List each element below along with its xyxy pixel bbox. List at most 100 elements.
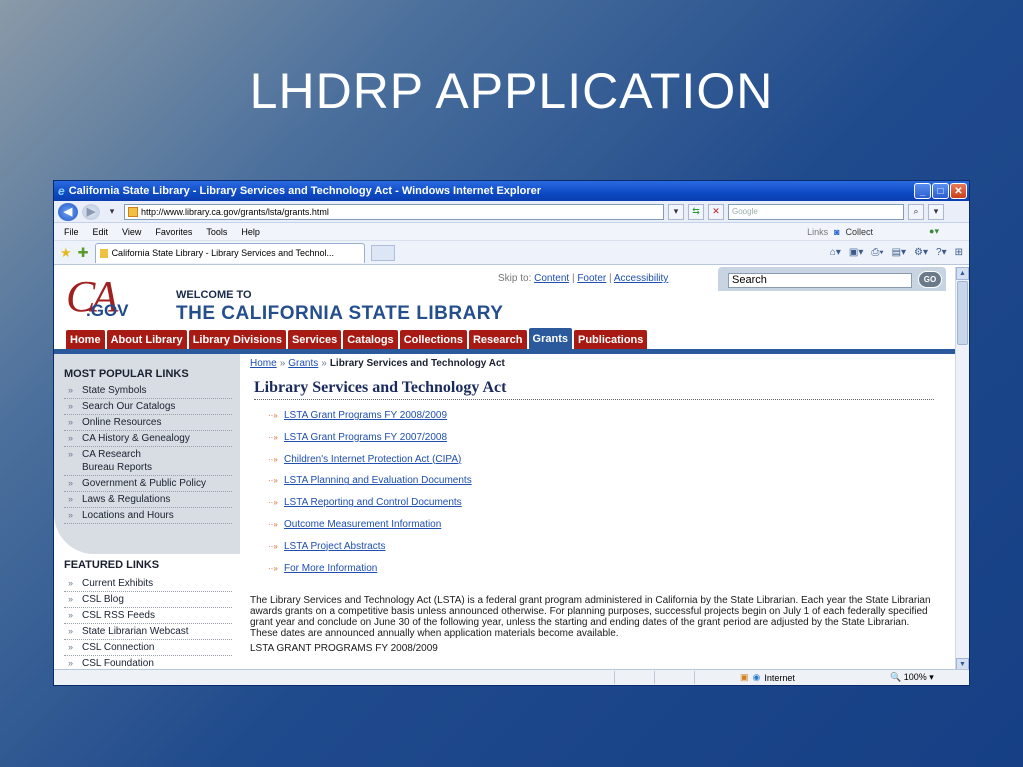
go-button[interactable]: GO <box>918 271 942 288</box>
nav-library-divisions[interactable]: Library Divisions <box>188 330 286 350</box>
nav-grants[interactable]: Grants <box>528 328 572 350</box>
breadcrumb: Home» Grants» Library Services and Technol… <box>250 354 940 369</box>
scroll-up-icon[interactable]: ▲ <box>956 267 969 280</box>
url-text: http://www.library.ca.gov/grants/lsta/gr… <box>141 206 329 217</box>
minimize-button[interactable]: _ <box>914 183 931 199</box>
content-link[interactable]: For More Information <box>284 563 377 574</box>
security-zone[interactable]: ▣ ◉ Internet <box>740 672 795 683</box>
content-link[interactable]: Children's Internet Protection Act (CIPA… <box>284 454 461 465</box>
sidebar-link[interactable]: Locations and Hours <box>64 508 232 524</box>
nav-about-library[interactable]: About Library <box>106 330 187 350</box>
refresh-icon[interactable]: ⇆ <box>688 203 704 220</box>
skip-links: Skip to: Content | Footer | Accessibilit… <box>498 273 669 284</box>
sidebar-link[interactable]: CSL RSS Feeds <box>64 608 232 624</box>
url-field[interactable]: http://www.library.ca.gov/grants/lsta/gr… <box>124 203 664 220</box>
list-item: LSTA Grant Programs FY 2007/2008 <box>268 427 940 449</box>
content-link[interactable]: LSTA Planning and Evaluation Documents <box>284 475 472 486</box>
maximize-button[interactable]: □ <box>932 183 949 199</box>
history-dropdown-icon[interactable]: ▾ <box>104 204 120 220</box>
help-icon[interactable]: ?▾ <box>936 247 947 258</box>
featured-links-list: Current Exhibits CSL Blog CSL RSS Feeds … <box>64 576 232 671</box>
menu-file[interactable]: File <box>64 227 79 237</box>
links-label[interactable]: Links <box>807 227 828 237</box>
active-tab[interactable]: California State Library - Library Servi… <box>94 242 365 263</box>
content-link[interactable]: LSTA Project Abstracts <box>284 541 386 552</box>
content-link[interactable]: LSTA Grant Programs FY 2008/2009 <box>284 410 447 421</box>
research-icon[interactable]: ⊞ <box>955 247 963 258</box>
site-name: THE CALIFORNIA STATE LIBRARY <box>176 303 504 324</box>
skip-content-link[interactable]: Content <box>534 273 569 284</box>
skip-footer-link[interactable]: Footer <box>577 273 606 284</box>
sidebar-link[interactable]: Online Resources <box>64 415 232 431</box>
sidebar-link[interactable]: Laws & Regulations <box>64 492 232 508</box>
print-icon[interactable]: ⎙▾ <box>871 247 883 258</box>
content-link[interactable]: LSTA Grant Programs FY 2007/2008 <box>284 432 447 443</box>
favorites-star-icon[interactable]: ★ <box>60 245 72 261</box>
status-divider <box>614 671 615 684</box>
zoom-icon: 🔍 <box>890 672 902 682</box>
sidebar-link[interactable]: Search Our Catalogs <box>64 399 232 415</box>
nav-services[interactable]: Services <box>287 330 342 350</box>
tab-title: California State Library - Library Servi… <box>111 248 335 258</box>
nav-home[interactable]: Home <box>66 330 105 350</box>
stop-icon[interactable]: ✕ <box>708 203 724 220</box>
breadcrumb-grants[interactable]: Grants <box>288 358 318 369</box>
skip-accessibility-link[interactable]: Accessibility <box>614 273 668 284</box>
zoom-control[interactable]: 🔍 100% ▾ <box>890 672 934 683</box>
content-link[interactable]: LSTA Reporting and Control Documents <box>284 497 462 508</box>
feeds-icon[interactable]: ▣▾ <box>849 247 863 258</box>
menu-tools[interactable]: Tools <box>206 227 227 237</box>
list-item: Children's Internet Protection Act (CIPA… <box>268 449 940 471</box>
back-button[interactable]: ◀ <box>58 202 78 221</box>
main-nav: Home About Library Library Divisions Ser… <box>66 328 648 350</box>
home-icon[interactable]: ⌂▾ <box>830 247 841 258</box>
sidebar-link[interactable]: State Symbols <box>64 383 232 399</box>
list-item: Outcome Measurement Information <box>268 514 940 536</box>
menu-favorites[interactable]: Favorites <box>155 227 192 237</box>
menu-edit[interactable]: Edit <box>93 227 109 237</box>
vertical-scrollbar[interactable]: ▲ ▼ <box>955 267 969 671</box>
sidebar-link[interactable]: CA Research Bureau Reports <box>64 447 232 476</box>
content-link[interactable]: Outcome Measurement Information <box>284 519 441 530</box>
sidebar-link[interactable]: CA History & Genealogy <box>64 431 232 447</box>
search-placeholder: Google <box>732 207 758 216</box>
menu-view[interactable]: View <box>122 227 141 237</box>
nav-publications[interactable]: Publications <box>574 330 648 350</box>
sidebar-link[interactable]: State Librarian Webcast <box>64 624 232 640</box>
popular-links-list: State Symbols Search Our Catalogs Online… <box>64 383 232 524</box>
address-bar: ◀ ▶ ▾ http://www.library.ca.gov/grants/l… <box>54 201 969 223</box>
popular-links-title: MOST POPULAR LINKS <box>64 368 189 380</box>
nav-collections[interactable]: Collections <box>399 330 467 350</box>
tools-gear-icon[interactable]: ⚙▾ <box>914 247 928 258</box>
search-icon[interactable]: ⌕ <box>908 203 924 220</box>
search-field[interactable]: Google <box>728 203 904 220</box>
collect-icon: ◙ <box>834 226 840 237</box>
nav-catalogs[interactable]: Catalogs <box>343 330 398 350</box>
url-dropdown-icon[interactable]: ▾ <box>668 203 684 220</box>
welcome-text: WELCOME TO <box>176 289 252 301</box>
page-menu-icon[interactable]: ▤▾ <box>892 247 906 258</box>
add-favorites-icon[interactable]: ✚ <box>78 245 89 261</box>
sidebar-link[interactable]: CSL Connection <box>64 640 232 656</box>
sidebar-link[interactable]: Government & Public Policy <box>64 476 232 492</box>
site-search: Search GO <box>718 267 946 291</box>
featured-links-title: FEATURED LINKS <box>64 559 160 571</box>
ca-gov-logo-text[interactable]: .GOV <box>86 301 129 321</box>
lsta-description: The Library Services and Technology Act … <box>250 595 931 640</box>
messenger-icon[interactable]: ●▾ <box>929 226 939 237</box>
search-options-icon[interactable]: ▾ <box>928 203 944 220</box>
collect-link[interactable]: Collect <box>846 227 874 237</box>
sidebar-link[interactable]: CSL Blog <box>64 592 232 608</box>
close-button[interactable]: ✕ <box>950 183 967 199</box>
scroll-thumb[interactable] <box>957 281 968 345</box>
browser-window: e California State Library - Library Ser… <box>53 180 970 686</box>
new-tab-button[interactable] <box>370 244 395 261</box>
sidebar-link[interactable]: Current Exhibits <box>64 576 232 592</box>
site-search-input[interactable]: Search <box>728 273 912 288</box>
breadcrumb-home[interactable]: Home <box>250 358 277 369</box>
forward-button[interactable]: ▶ <box>82 203 100 220</box>
list-item: For More Information <box>268 558 940 580</box>
menu-help[interactable]: Help <box>241 227 260 237</box>
skip-to-label: Skip to: <box>498 273 532 284</box>
nav-research[interactable]: Research <box>468 330 527 350</box>
